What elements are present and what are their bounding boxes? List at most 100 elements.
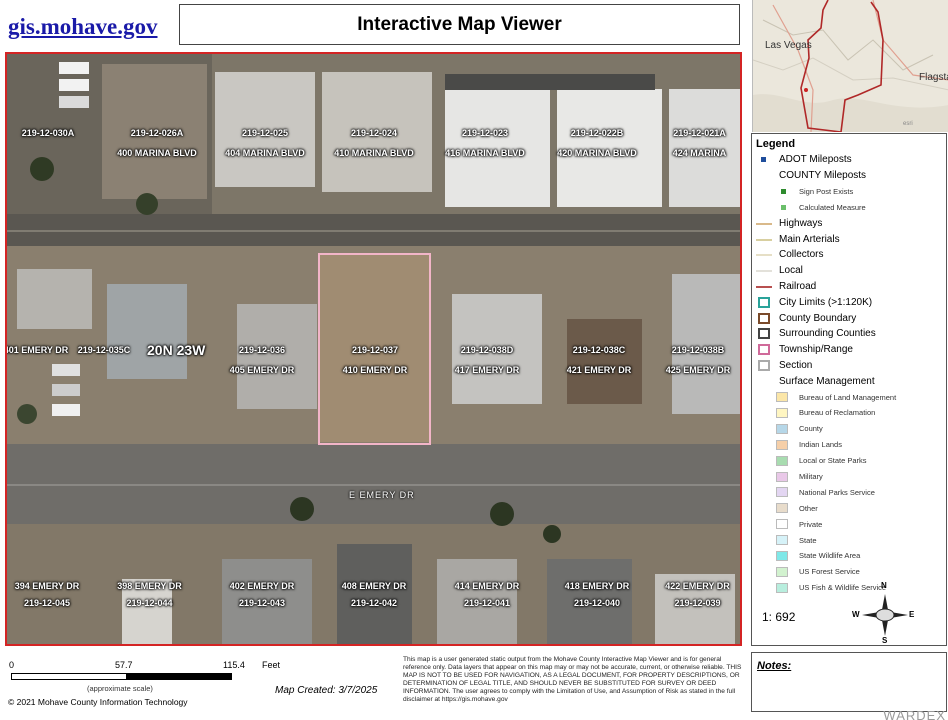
legend-item: Bureau of Land Management	[756, 389, 946, 405]
locator-credit: esri	[903, 121, 913, 127]
compass-e-label: E	[909, 610, 915, 619]
legend-item-label: City Limits (>1:120K)	[779, 296, 873, 308]
compass-rose-icon: N E S W	[852, 581, 916, 645]
scale-tick-label: 57.7	[115, 660, 133, 670]
legend-swatch-icon	[758, 359, 770, 371]
legend-item-label: Collectors	[779, 249, 824, 261]
parcel-label[interactable]: 422 EMERY DR 219-12-039	[655, 581, 740, 609]
legend-item: Indian Lands	[756, 437, 946, 453]
parcel-label[interactable]: 219-12-021A 424 MARINA	[657, 128, 740, 159]
parcel-label[interactable]: 408 EMERY DR 219-12-042	[329, 581, 419, 609]
parcel-label[interactable]: 394 EMERY DR 219-12-045	[7, 581, 87, 609]
legend-swatch-icon	[776, 392, 788, 403]
scale-unit-label: Feet	[262, 660, 281, 670]
locator-city-label: Flagsta	[919, 72, 948, 83]
parcel-label[interactable]: 219-12-030A	[13, 128, 83, 148]
legend-item: State Wildlife Area	[756, 548, 946, 564]
compass-s-label: S	[882, 636, 888, 645]
legend-item: Collectors	[756, 247, 946, 263]
parcel-label[interactable]: 219-12-022B 420 MARINA BLVD	[547, 128, 647, 159]
map-created-date: Map Created: 3/7/2025	[275, 685, 378, 696]
scale-bar-segment	[126, 673, 232, 680]
legend-swatch-icon	[776, 487, 788, 498]
parcel-label[interactable]: 219-12-025 404 MARINA BLVD	[215, 128, 315, 159]
legend-item: National Parks Service	[756, 484, 946, 500]
parcel-label[interactable]: 219-12-036 405 EMERY DR	[212, 345, 312, 376]
legend-item: State	[756, 532, 946, 548]
legend-item-label: Calculated Measure	[799, 202, 866, 212]
legend-item-label: Highways	[779, 217, 823, 229]
legend-item-label: Military	[799, 472, 823, 482]
notes-box: Notes:	[751, 652, 947, 712]
disclaimer-text: This map is a user generated static outp…	[403, 656, 742, 703]
legend-swatch-icon	[776, 186, 792, 197]
legend-item: Railroad	[756, 279, 946, 295]
legend-item-label: Surface Management	[779, 375, 875, 387]
legend-item-label: Bureau of Land Management	[799, 392, 897, 402]
parcel-label[interactable]: 414 EMERY DR 219-12-041	[442, 581, 532, 609]
legend-swatch-icon	[756, 218, 772, 229]
legend-swatch-icon	[776, 550, 788, 561]
legend-item: Other	[756, 500, 946, 516]
compass-w-label: W	[852, 610, 860, 619]
legend-item-label: Bureau of Reclamation	[799, 408, 876, 418]
copyright-text: © 2021 Mohave County Information Technol…	[8, 697, 188, 707]
legend-item: Calculated Measure	[756, 199, 946, 215]
legend-item-label: ADOT Mileposts	[779, 154, 852, 166]
parcel-label-selected[interactable]: 219-12-037 410 EMERY DR	[325, 345, 425, 376]
legend-swatch-icon	[756, 154, 772, 165]
map-view[interactable]: 219-12-030A 219-12-026A 400 MARINA BLVD 2…	[5, 52, 742, 646]
legend-panel: Legend ADOT Mileposts COUNTY Mileposts Sig…	[751, 133, 947, 646]
legend-item: Section	[756, 358, 946, 374]
legend-item-label: Local	[779, 265, 803, 277]
parcel-label[interactable]: 219-12-038D 417 EMERY DR	[437, 345, 537, 376]
legend-item-label: Sign Post Exists	[799, 187, 854, 197]
legend-item: Sign Post Exists	[756, 184, 946, 200]
legend-swatch-icon	[756, 281, 772, 292]
parcel-label[interactable]: 401 EMERY DR	[7, 345, 71, 356]
locator-city-label: Las Vegas	[765, 40, 812, 51]
scale-note: (approximate scale)	[87, 684, 153, 693]
parcel-label[interactable]: 219-12-026A 400 MARINA BLVD	[107, 128, 207, 159]
legend-item: Private	[756, 516, 946, 532]
legend-item: ADOT Mileposts	[756, 152, 946, 168]
scale-bar-segment	[11, 673, 127, 680]
legend-item-label: Local or State Parks	[799, 456, 867, 466]
scale-ratio: 1: 692	[762, 610, 796, 624]
legend-swatch-icon	[776, 455, 788, 466]
legend-item-label: COUNTY Mileposts	[779, 170, 867, 182]
legend-item: Surface Management	[756, 373, 946, 389]
site-link[interactable]: gis.mohave.gov	[8, 10, 173, 44]
legend-swatch-icon	[758, 328, 770, 340]
legend-swatch-icon	[756, 170, 772, 181]
legend-title: Legend	[756, 138, 796, 150]
parcel-label[interactable]: 398 EMERY DR 219-12-044	[107, 581, 192, 609]
scale-tick-label: 115.4	[223, 660, 245, 670]
legend-item-label: US Forest Service	[799, 567, 860, 577]
legend-item-label: Railroad	[779, 280, 817, 292]
legend-item-label: Indian Lands	[799, 440, 842, 450]
parcel-label[interactable]: 402 EMERY DR 219-12-043	[217, 581, 307, 609]
locator-map: Las Vegas Flagsta esri	[752, 0, 948, 132]
watermark: WARDEX	[883, 708, 946, 720]
legend-item: Bureau of Reclamation	[756, 405, 946, 421]
scale-tick-label: 0	[9, 660, 15, 670]
legend-item-label: Section	[779, 359, 813, 371]
legend-item-label: Other	[799, 503, 818, 513]
legend-item-label: National Parks Service	[799, 487, 875, 497]
legend-swatch-icon	[776, 519, 788, 530]
legend-swatch-icon	[776, 503, 788, 514]
legend-swatch-icon	[756, 265, 772, 276]
locator-map-drawing	[753, 0, 948, 132]
legend-swatch-icon	[756, 376, 772, 387]
parcel-label[interactable]: 219-12-023 416 MARINA BLVD	[435, 128, 535, 159]
legend-swatch-icon	[776, 582, 788, 593]
parcel-label[interactable]: 219-12-038C 421 EMERY DR	[549, 345, 649, 376]
parcel-label[interactable]: 219-12-038B 425 EMERY DR	[653, 345, 740, 376]
legend-item: Highways	[756, 215, 946, 231]
parcel-label[interactable]: 219-12-035C	[69, 345, 139, 356]
legend-swatch-icon	[758, 312, 770, 324]
parcel-label[interactable]: 418 EMERY DR 219-12-040	[552, 581, 642, 609]
legend-swatch-icon	[776, 407, 788, 418]
parcel-label[interactable]: 219-12-024 410 MARINA BLVD	[324, 128, 424, 159]
